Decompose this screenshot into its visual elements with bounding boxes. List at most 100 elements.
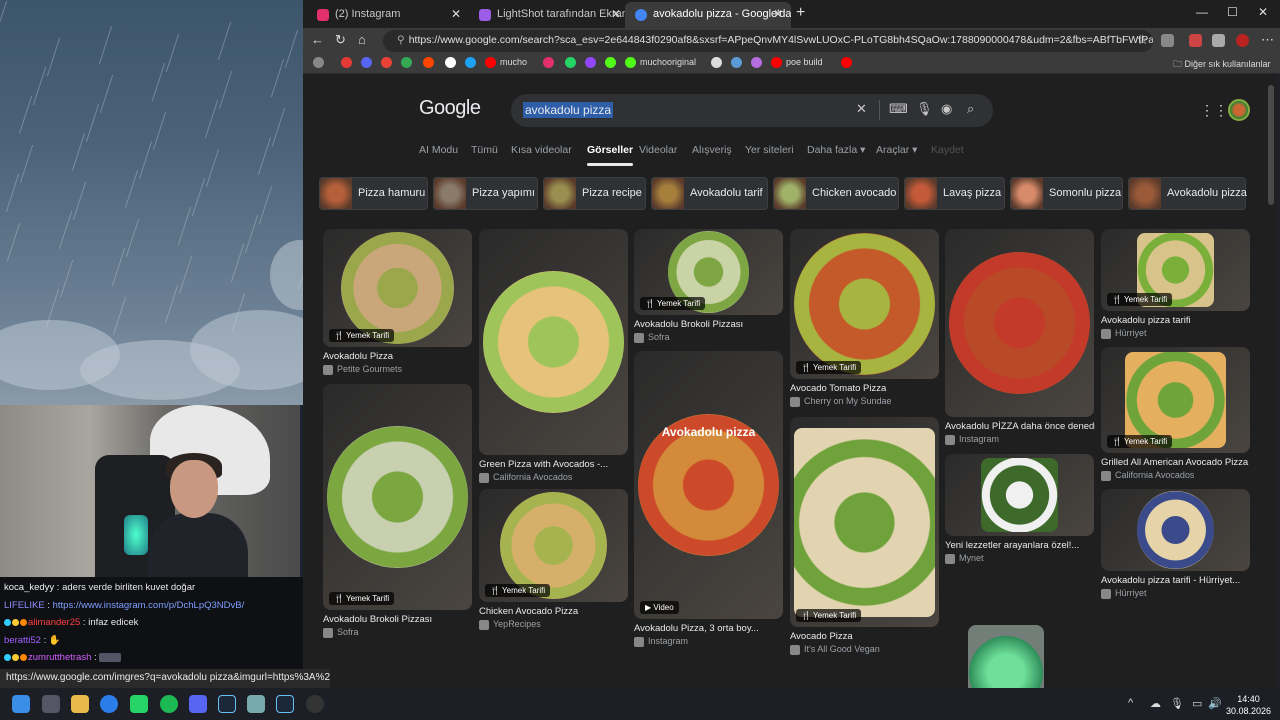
bookmark-item[interactable]: [841, 57, 856, 71]
bookmark-item[interactable]: poe build: [771, 57, 823, 71]
chip-lavaş-pizza[interactable]: Lavaş pizza: [904, 177, 1005, 210]
bookmark-item[interactable]: [381, 57, 396, 71]
close-icon[interactable]: ✕: [611, 7, 621, 21]
tab-lightshot[interactable]: LightShot tarafından Ekran Görünt ✕: [469, 2, 629, 28]
tab-tümü[interactable]: Tümü: [471, 144, 498, 156]
close-icon[interactable]: ✕: [451, 7, 461, 21]
chip-avokadolu-pizza[interactable]: Avokadolu pizza: [1128, 177, 1247, 210]
result-title[interactable]: Grilled All American Avocado Pizza: [1101, 457, 1251, 468]
result-title[interactable]: Avokadolu Brokoli Pizzası: [634, 319, 784, 330]
mic-icon[interactable]: 🎙: [1170, 697, 1184, 710]
close-icon[interactable]: ✕: [773, 7, 783, 21]
mic-icon[interactable]: 🎙: [916, 101, 933, 117]
result-title[interactable]: Avokadolu pizza tarifi: [1101, 315, 1251, 326]
bookmark-item[interactable]: [361, 57, 376, 71]
taskview-icon[interactable]: [42, 695, 60, 713]
result-thumbnail[interactable]: 🍴 Yemek Tarifi: [1101, 229, 1250, 311]
back-icon[interactable]: ←: [311, 32, 324, 47]
favorites-icon[interactable]: [1212, 34, 1225, 47]
url-field[interactable]: ⚲ https://www.google.com/search?sca_esv=2…: [383, 30, 1153, 52]
discord-icon[interactable]: [189, 695, 207, 713]
start-icon[interactable]: [12, 695, 30, 713]
bookmark-item[interactable]: [423, 57, 438, 71]
volume-icon[interactable]: 🔊: [1208, 697, 1222, 710]
result-title[interactable]: Avokadolu Brokoli Pizzası: [323, 614, 473, 625]
maximize-button[interactable]: ☐: [1227, 5, 1238, 19]
tab-kısa-videolar[interactable]: Kısa videolar: [511, 144, 572, 156]
menu-icon[interactable]: ⋯: [1261, 32, 1274, 48]
whatsapp-icon[interactable]: [130, 695, 148, 713]
result-thumbnail[interactable]: 🍴 Yemek Tarifi: [634, 229, 783, 315]
result-thumbnail[interactable]: [945, 229, 1094, 417]
chip-pizza-hamuru[interactable]: Pizza hamuru: [319, 177, 428, 210]
result-title[interactable]: Avokadolu Pizza: [323, 351, 473, 362]
scrollbar[interactable]: [1267, 75, 1275, 688]
bookmark-item[interactable]: [731, 57, 746, 71]
extension-icon[interactable]: [1189, 34, 1202, 47]
bookmark-item[interactable]: [313, 57, 328, 71]
result-title[interactable]: Avocado Pizza: [790, 631, 940, 642]
result-thumbnail[interactable]: 🍴 Yemek Tarifi: [479, 489, 628, 602]
tab-alışveriş[interactable]: Alışveriş: [692, 144, 732, 156]
result-thumbnail[interactable]: [1101, 489, 1250, 571]
tab-videolar[interactable]: Videolar: [639, 144, 677, 156]
result-title[interactable]: Avokadolu PİZZA daha önce denedin...: [945, 421, 1095, 432]
bookmark-item[interactable]: muchooriginal: [625, 57, 696, 71]
tab-google[interactable]: avokadolu pizza - Google'da Ara ✕: [625, 2, 791, 28]
search-query[interactable]: avokadolu pizza: [523, 102, 614, 118]
tab-ai-modu[interactable]: AI Modu: [419, 144, 458, 156]
result-title[interactable]: Chicken Avocado Pizza: [479, 606, 629, 617]
result-thumbnail[interactable]: 🍴 Yemek Tarifi: [790, 417, 939, 627]
result-thumbnail[interactable]: [945, 454, 1094, 536]
bookmark-item[interactable]: [751, 57, 766, 71]
chip-pizza-recipe[interactable]: Pizza recipe: [543, 177, 646, 210]
result-thumbnail[interactable]: [479, 229, 628, 455]
display-icon[interactable]: ▭: [1192, 697, 1202, 710]
google-logo[interactable]: Google: [419, 97, 481, 120]
steam-icon[interactable]: [218, 695, 236, 713]
chip-chicken-avocado[interactable]: Chicken avocado: [773, 177, 899, 210]
tab-kaydet[interactable]: Kaydet: [931, 144, 964, 156]
home-icon[interactable]: ⌂: [358, 32, 366, 47]
bookmark-item[interactable]: [445, 57, 460, 71]
chat-link[interactable]: https://www.instagram.com/p/DchLpQ3NDvB/: [53, 600, 245, 611]
tab-görseller[interactable]: Görseller: [587, 144, 634, 166]
result-title[interactable]: Avokadolu pizza tarifi - Hürriyet...: [1101, 575, 1251, 586]
search-icon[interactable]: ⌕: [967, 101, 974, 117]
network-icon[interactable]: ☁: [1150, 697, 1161, 710]
bookmark-item[interactable]: [341, 57, 356, 71]
favorite-star-icon[interactable]: ☆: [1137, 32, 1149, 48]
tab-yer-siteleri[interactable]: Yer siteleri: [745, 144, 794, 156]
chevron-up-icon[interactable]: ^: [1128, 697, 1133, 709]
reload-icon[interactable]: ↻: [335, 32, 346, 48]
keyboard-icon[interactable]: ⌨: [889, 101, 908, 117]
file-explorer-icon[interactable]: [71, 695, 89, 713]
bookmark-item[interactable]: [465, 57, 480, 71]
result-title[interactable]: Avocado Tomato Pizza: [790, 383, 940, 394]
tab-araçlar[interactable]: Araçlar ▾: [876, 144, 917, 156]
result-title[interactable]: Yeni lezzetler arayanlara özel!...: [945, 540, 1095, 551]
avatar[interactable]: [1228, 99, 1250, 121]
edge-icon[interactable]: [100, 695, 118, 713]
spotify-icon[interactable]: [160, 695, 178, 713]
obs-icon[interactable]: [306, 695, 324, 713]
result-thumbnail[interactable]: 🍴 Yemek Tarifi: [790, 229, 939, 379]
minimize-button[interactable]: —: [1196, 5, 1208, 19]
app-icon[interactable]: [247, 695, 265, 713]
bookmark-item[interactable]: mucho: [485, 57, 527, 71]
result-title[interactable]: Avokadolu Pizza, 3 orta boy...: [634, 623, 784, 634]
extension-icon[interactable]: [1161, 34, 1174, 47]
lens-icon[interactable]: ◉: [941, 101, 952, 117]
steam-icon[interactable]: [276, 695, 294, 713]
tab-daha-fazla[interactable]: Daha fazla ▾: [807, 144, 865, 156]
clear-icon[interactable]: ✕: [856, 101, 867, 117]
scrollbar-thumb[interactable]: [1268, 85, 1274, 205]
tab-instagram[interactable]: (2) Instagram ✕: [307, 2, 469, 28]
new-tab-button[interactable]: +: [796, 4, 805, 22]
clock[interactable]: 14:40 30.08.2026: [1226, 693, 1271, 717]
close-window-button[interactable]: ✕: [1258, 5, 1268, 19]
other-bookmarks[interactable]: 🗀 Diğer sık kullanılanlar: [1173, 57, 1271, 71]
chip-pizza-yapımı[interactable]: Pizza yapımı: [433, 177, 538, 210]
result-thumbnail[interactable]: 🍴 Yemek Tarifi: [1101, 347, 1250, 453]
result-title[interactable]: Green Pizza with Avocados -...: [479, 459, 629, 470]
